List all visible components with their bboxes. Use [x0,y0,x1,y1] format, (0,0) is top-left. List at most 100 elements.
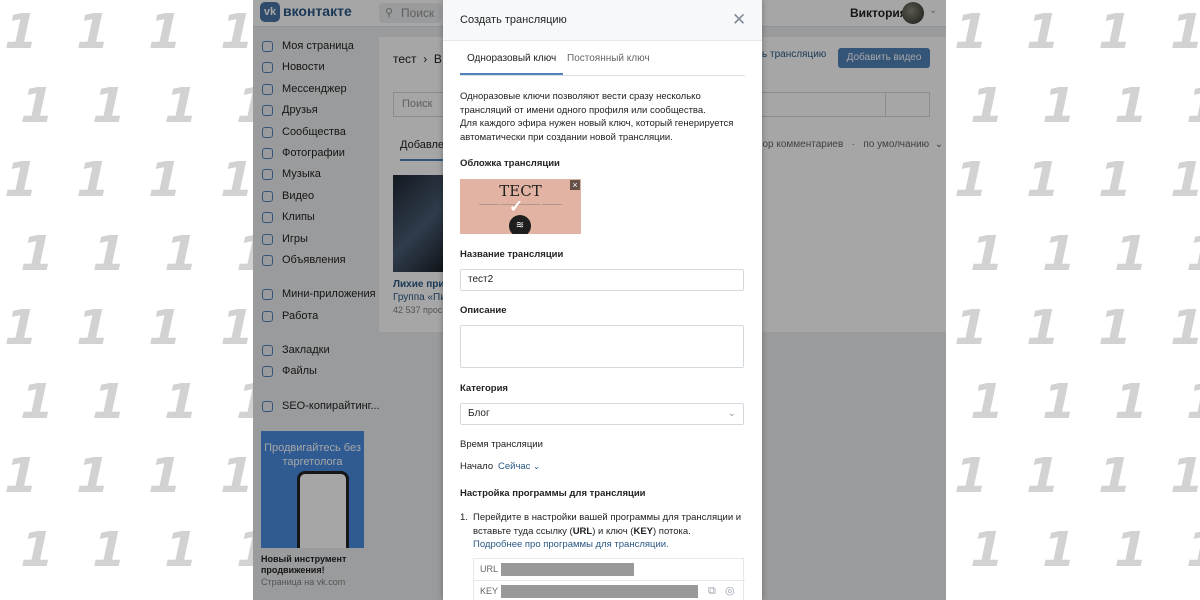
watermark-mark: 1 [142,448,188,504]
url-term: URL [572,525,593,537]
waveform-icon: ≋ [509,215,531,234]
watermark-mark: 1 [1108,226,1154,282]
watermark-mark: 1 [1036,78,1082,134]
watermark-mark: 1 [70,300,116,356]
settings-label: Настройка программы для трансляции [460,488,646,499]
watermark-mark: 1 [214,448,260,504]
step-number: 1. [460,512,468,523]
watermark-mark: 1 [70,4,116,60]
check-icon: ✓ [509,197,524,216]
name-label: Название трансляции [460,249,564,260]
watermark-mark: 1 [1092,152,1138,208]
close-icon[interactable]: ✕ [732,10,746,30]
key-row[interactable]: KEY ⧉ ◎ [474,580,745,600]
watermark-mark: 1 [1108,374,1154,430]
watermark-mark: 1 [0,300,44,356]
watermark-mark: 1 [964,522,1010,578]
category-select[interactable]: Блог ⌄ [460,403,744,425]
category-value: Блог [468,408,490,419]
modal-header: Создать трансляцию ✕ [443,0,762,41]
watermark-mark: 1 [1036,226,1082,282]
tab-permanent-key[interactable]: Постоянный ключ [567,53,650,64]
chevron-down-icon: ⌄ [533,462,540,471]
watermark-mark: 1 [142,300,188,356]
watermark-mark: 1 [1020,448,1066,504]
copy-icon[interactable]: ⧉ [708,581,716,600]
broadcast-name-input[interactable]: тест2 [460,269,744,291]
url-row[interactable]: URL [474,559,745,580]
watermark-mark: 1 [948,152,994,208]
step-1-text-part: ) и ключ ( [592,525,634,537]
watermark-mark: 1 [1020,152,1066,208]
tab-divider [460,75,745,76]
watermark-mark: 1 [0,448,44,504]
description-label: Описание [460,305,507,316]
watermark-mark: 1 [158,522,204,578]
watermark-mark: 1 [14,374,60,430]
watermark-mark: 1 [0,4,44,60]
watermark-mark: 1 [948,4,994,60]
start-time-select[interactable]: Сейчас ⌄ [498,461,540,472]
watermark-mark: 1 [1164,300,1200,356]
watermark-mark: 1 [214,300,260,356]
key-description: Одноразовые ключи позволяют вести сразу … [460,91,734,143]
time-label: Время трансляции [460,439,543,450]
watermark-mark: 1 [1164,4,1200,60]
watermark-mark: 1 [1108,78,1154,134]
watermark-mark: 1 [964,226,1010,282]
watermark-mark: 1 [1180,374,1200,430]
watermark-mark: 1 [1108,522,1154,578]
watermark-mark: 1 [964,78,1010,134]
url-label: URL [480,564,499,574]
watermark-mark: 1 [948,300,994,356]
description-textarea[interactable] [460,325,744,368]
start-time-value: Сейчас [498,461,531,472]
watermark-mark: 1 [1180,78,1200,134]
watermark-mark: 1 [1180,226,1200,282]
watermark-mark: 1 [1092,4,1138,60]
watermark-mark: 1 [142,152,188,208]
watermark-mark: 1 [14,226,60,282]
key-term: KEY [633,525,653,537]
watermark-mark: 1 [14,78,60,134]
watermark-mark: 1 [86,226,132,282]
watermark-mark: 1 [948,448,994,504]
watermark-mark: 1 [142,4,188,60]
watermark-mark: 1 [70,448,116,504]
watermark-mark: 1 [1092,300,1138,356]
tab-one-time-key[interactable]: Одноразовый ключ [467,53,556,64]
stream-credentials: URL KEY ⧉ ◎ [473,558,745,600]
step-1-text-part: ) потока. [653,525,691,537]
watermark-mark: 1 [158,226,204,282]
start-label: Начало [460,461,494,472]
remove-cover-icon[interactable]: × [570,180,580,190]
watermark-mark: 1 [86,522,132,578]
tab-active-indicator [460,73,563,75]
watermark-mark: 1 [1164,152,1200,208]
broadcast-programs-link[interactable]: Подробнее про программы для трансляции. [473,539,669,550]
category-label: Категория [460,383,508,394]
watermark-mark: 1 [0,152,44,208]
watermark-mark: 1 [1180,522,1200,578]
watermark-mark: 1 [70,152,116,208]
watermark-mark: 1 [1164,448,1200,504]
watermark-mark: 1 [86,374,132,430]
watermark-mark: 1 [1036,374,1082,430]
eye-icon[interactable]: ◎ [725,581,735,600]
watermark-mark: 1 [158,374,204,430]
watermark-mark: 1 [214,152,260,208]
modal-title: Создать трансляцию [460,14,567,26]
step-1-text: Перейдите в настройки вашей программы дл… [473,511,750,552]
watermark-mark: 1 [14,522,60,578]
key-value-masked[interactable] [501,585,698,598]
cover-label: Обложка трансляции [460,158,560,169]
url-value-masked[interactable] [501,563,634,576]
watermark-mark: 1 [214,4,260,60]
chevron-down-icon: ⌄ [727,408,736,419]
watermark-mark: 1 [1020,300,1066,356]
watermark-mark: 1 [1036,522,1082,578]
create-broadcast-modal: Создать трансляцию ✕ Одноразовый ключ По… [443,0,762,600]
cover-image[interactable]: ТЕСТ ———— ———————— ———— ✓ ≋ × [460,179,581,234]
watermark-mark: 1 [1092,448,1138,504]
key-label: KEY [480,586,499,596]
